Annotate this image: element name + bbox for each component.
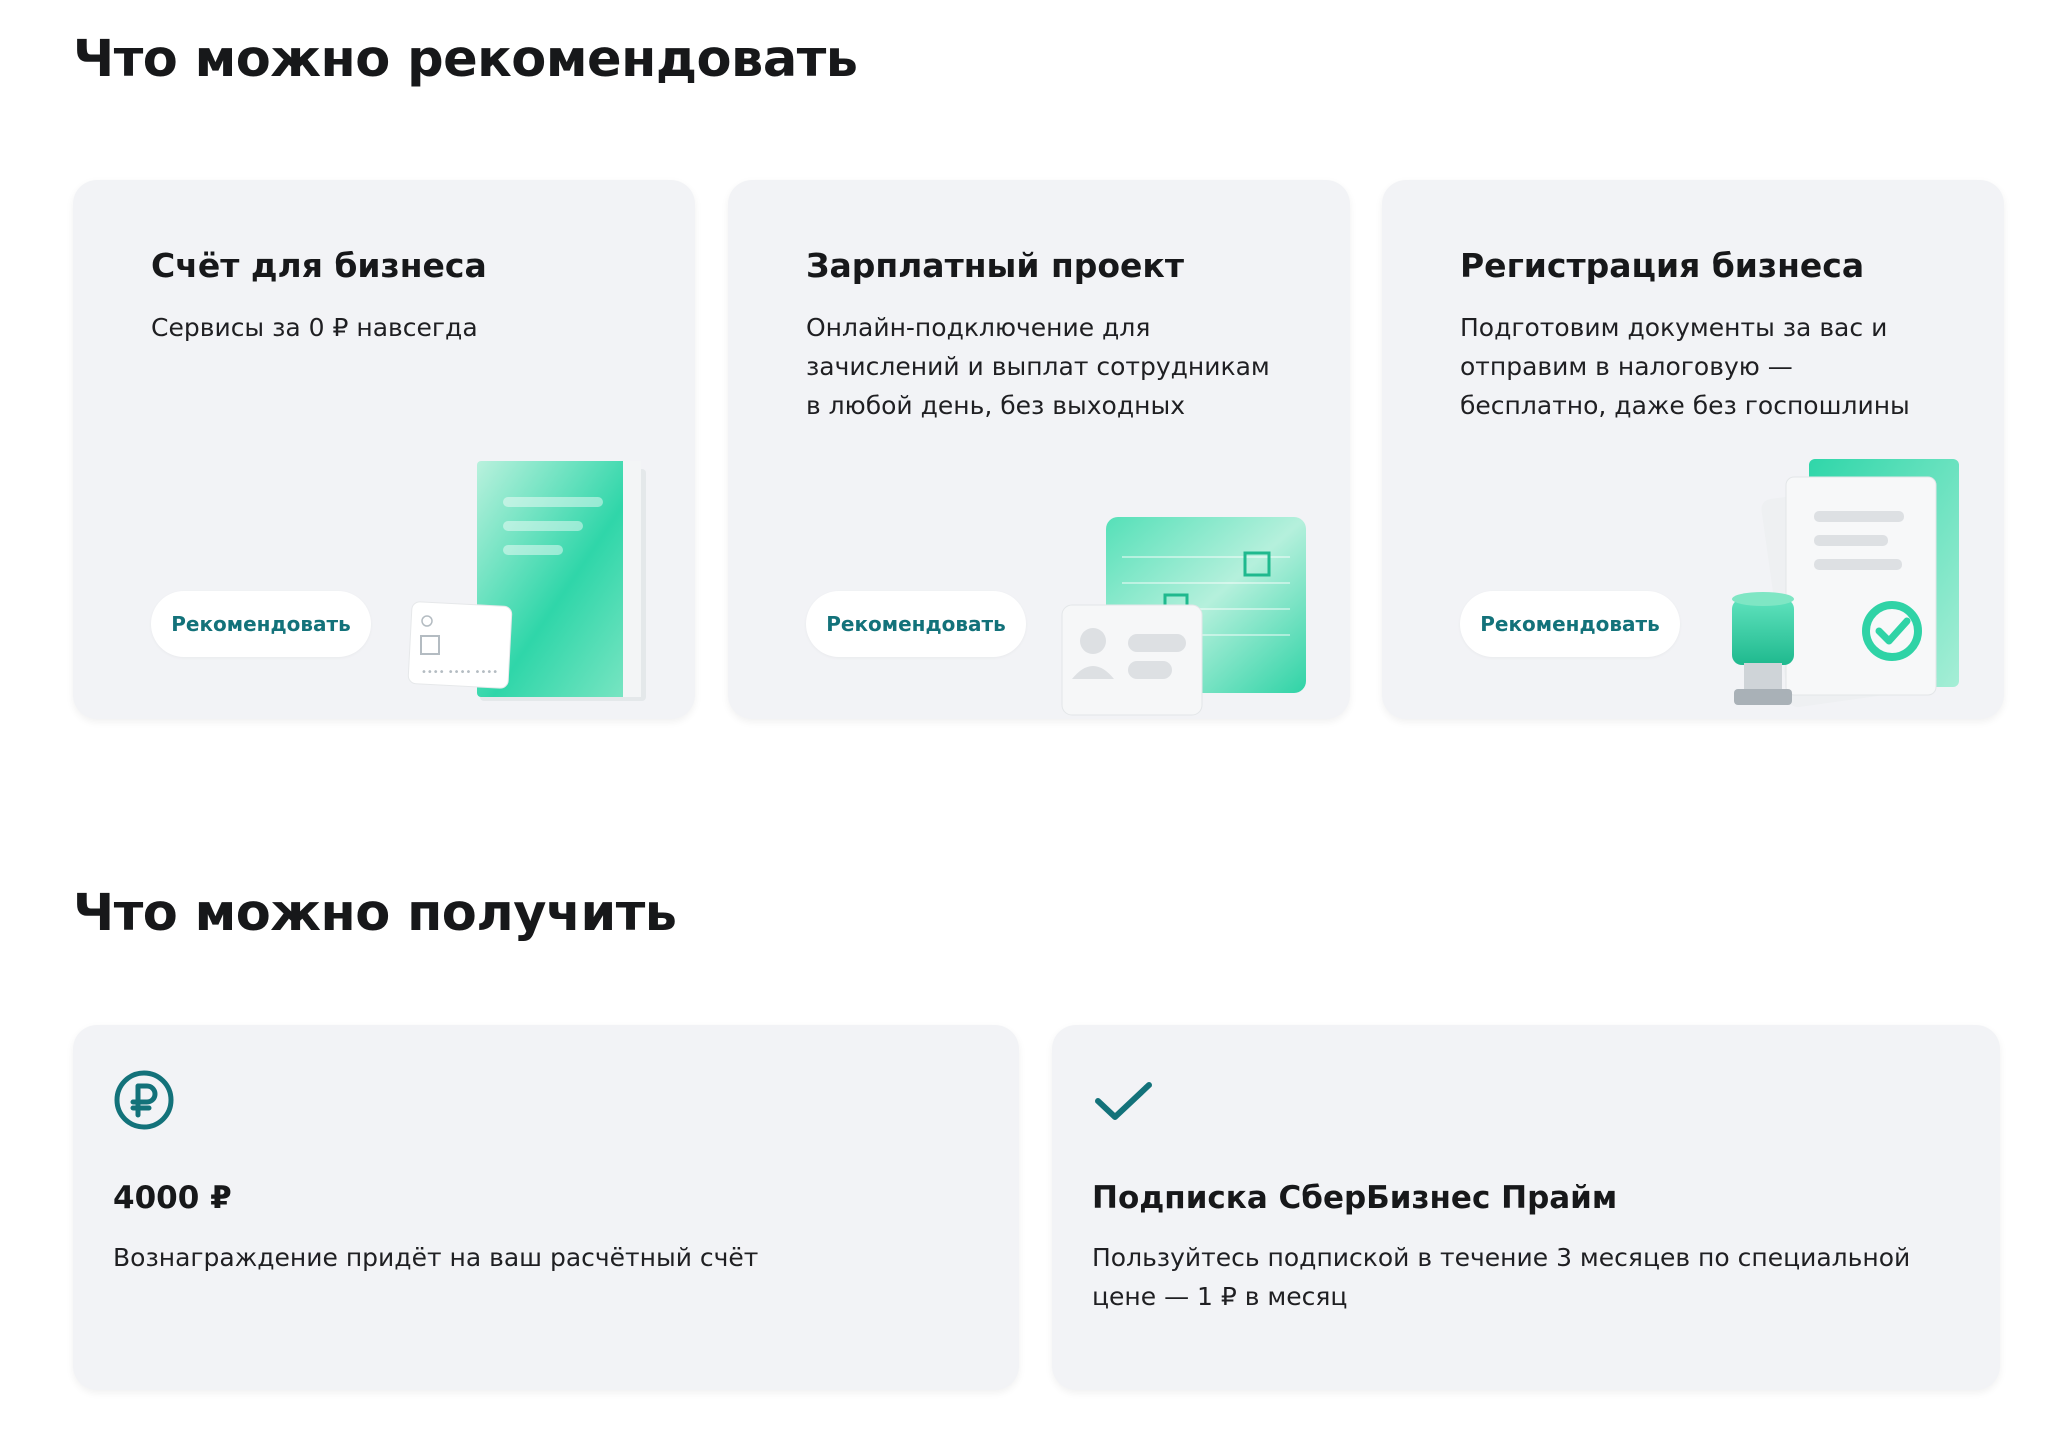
card-title: Регистрация бизнеса <box>1460 246 1865 285</box>
recommend-card-business-account: Счёт для бизнеса Сервисы за 0 ₽ навсегда… <box>73 180 695 719</box>
reward-amount: 4000 ₽ <box>113 1180 232 1216</box>
reward-card-prime-subscription: Подписка СберБизнес Прайм Пользуйтесь по… <box>1052 1025 2000 1390</box>
recommend-button-business-account[interactable]: Рекомендовать <box>151 591 371 657</box>
card-description: Подготовим документы за вас и отправим в… <box>1460 313 1910 420</box>
recommend-card-business-registration: Регистрация бизнеса Подготовим документы… <box>1382 180 2004 719</box>
card-description: Сервисы за 0 ₽ навсегда <box>151 313 478 342</box>
subscription-title: Подписка СберБизнес Прайм <box>1092 1180 1618 1216</box>
reward-card-cash: 4000 ₽ Вознаграждение придёт на ваш расч… <box>73 1025 1019 1390</box>
recommend-card-salary-project: Зарплатный проект Онлайн-подключение для… <box>728 180 1350 719</box>
documents-and-stamp-icon <box>1732 459 1959 708</box>
section-title-recommend: Что можно рекомендовать <box>73 30 858 89</box>
id-card-icon <box>1061 517 1306 716</box>
recommend-button-business-registration[interactable]: Рекомендовать <box>1460 591 1680 657</box>
subscription-description: Пользуйтесь подпиской в течение 3 месяце… <box>1092 1243 1911 1311</box>
recommend-button-salary-project[interactable]: Рекомендовать <box>806 591 1026 657</box>
ruble-circle-icon <box>114 1070 174 1130</box>
card-description: Онлайн-подключение для зачислений и выпл… <box>806 313 1270 420</box>
reward-description: Вознаграждение придёт на ваш расчётный с… <box>113 1243 759 1272</box>
folder-and-card-icon: •••• •••• •••• <box>407 461 646 701</box>
card-title: Зарплатный проект <box>806 246 1184 285</box>
section-title-get: Что можно получить <box>73 884 677 943</box>
card-title: Счёт для бизнеса <box>151 246 487 285</box>
checkmark-icon <box>1095 1082 1152 1120</box>
svg-text:•••• •••• ••••: •••• •••• •••• <box>421 667 498 678</box>
